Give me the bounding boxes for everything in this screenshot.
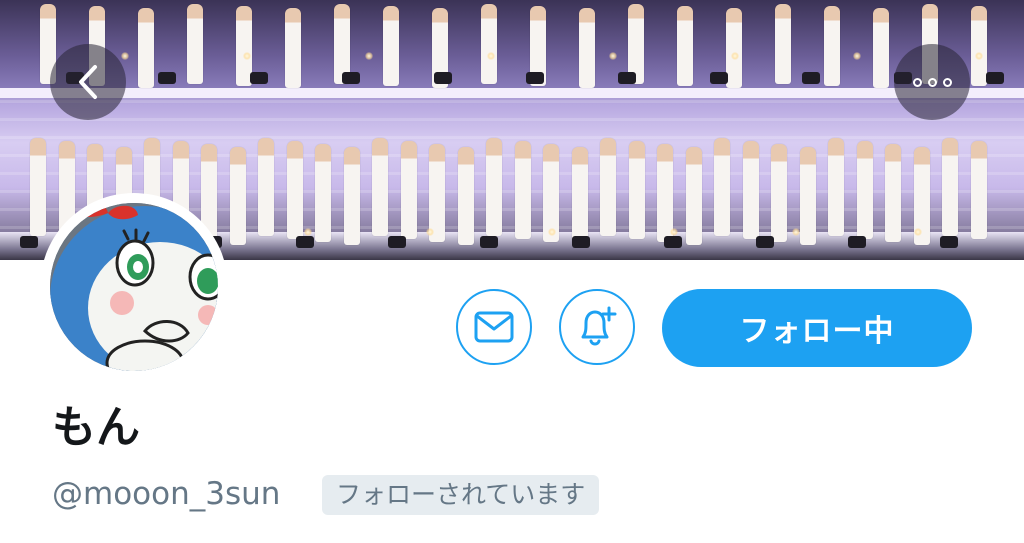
banner-stage-light <box>526 72 544 84</box>
banner-sparkle <box>731 52 739 60</box>
banner-figure <box>481 4 497 84</box>
banner-figure <box>856 141 873 239</box>
banner-sparkle <box>548 228 556 236</box>
banner-figure <box>600 138 616 236</box>
banner-figure <box>383 6 399 86</box>
banner-figure <box>799 147 816 245</box>
banner-figure <box>579 8 595 88</box>
banner-stage-light <box>158 72 176 84</box>
following-button[interactable]: フォロー中 <box>662 289 972 367</box>
banner-figure <box>138 8 154 88</box>
banner-stage-light <box>480 236 498 248</box>
banner-figure <box>885 144 901 242</box>
banner-stage-light <box>618 72 636 84</box>
banner-figure <box>824 6 840 86</box>
avatar[interactable] <box>40 193 228 381</box>
banner-figure <box>258 138 274 236</box>
more-horizontal-icon <box>912 77 952 87</box>
user-handle: @mooon_3sun <box>52 476 281 512</box>
banner-sparkle <box>792 228 800 236</box>
banner-sparkle <box>975 52 983 60</box>
banner-figure <box>187 4 203 84</box>
banner-stage-light <box>342 72 360 84</box>
follows-you-badge: フォローされています <box>322 475 600 515</box>
banner-sparkle <box>914 228 922 236</box>
banner-figure <box>726 8 742 88</box>
banner-figure <box>771 144 787 242</box>
banner-stage-light <box>986 72 1004 84</box>
banner-figure <box>775 4 791 84</box>
more-button[interactable] <box>894 44 970 120</box>
banner-stage-light <box>250 72 268 84</box>
banner-figure <box>971 6 987 86</box>
cartoon-character-icon <box>50 203 218 371</box>
banner-figure <box>942 138 958 236</box>
banner-stage-light <box>940 236 958 248</box>
avatar-image <box>50 203 218 371</box>
banner-stage-light <box>434 72 452 84</box>
banner-figure <box>343 147 360 245</box>
banner-figure <box>714 138 730 236</box>
banner-stage-light <box>572 236 590 248</box>
banner-sparkle <box>426 228 434 236</box>
banner-sparkle <box>670 228 678 236</box>
back-button[interactable] <box>50 44 126 120</box>
banner-figure <box>457 147 474 245</box>
banner-sparkle <box>243 52 251 60</box>
banner-stage-light <box>664 236 682 248</box>
banner-figure <box>571 147 588 245</box>
banner-sparkle <box>853 52 861 60</box>
banner-figure <box>628 141 645 239</box>
direct-message-button[interactable] <box>456 289 532 365</box>
banner-stage-light <box>756 236 774 248</box>
banner-sparkle <box>304 228 312 236</box>
banner-figure <box>873 8 889 88</box>
banner-figure <box>372 138 388 236</box>
notifications-button[interactable] <box>559 289 635 365</box>
banner-figure <box>30 138 46 236</box>
banner-sparkle <box>487 52 495 60</box>
banner-figure <box>514 141 531 239</box>
banner-sparkle <box>609 52 617 60</box>
banner-stage-light <box>20 236 38 248</box>
banner-figure <box>229 147 246 245</box>
banner-figure <box>286 141 303 239</box>
chevron-left-icon <box>79 65 97 99</box>
banner-figure <box>677 6 693 86</box>
banner-figure <box>970 141 987 239</box>
banner-riser <box>0 88 1024 98</box>
banner-stage-light <box>848 236 866 248</box>
envelope-icon <box>474 311 514 343</box>
banner-sparkle <box>121 52 129 60</box>
banner-stage-light <box>296 236 314 248</box>
banner-figure <box>742 141 759 239</box>
banner-stage-light <box>802 72 820 84</box>
banner-stage-light <box>710 72 728 84</box>
banner-figure <box>315 144 331 242</box>
banner-sparkle <box>365 52 373 60</box>
banner-figure <box>685 147 702 245</box>
banner-figure <box>400 141 417 239</box>
banner-figure <box>828 138 844 236</box>
banner-stage-light <box>388 236 406 248</box>
banner-figure <box>486 138 502 236</box>
display-name: もん <box>52 402 140 453</box>
banner-figure <box>285 8 301 88</box>
banner-figure <box>657 144 673 242</box>
bell-plus-icon <box>581 306 617 346</box>
